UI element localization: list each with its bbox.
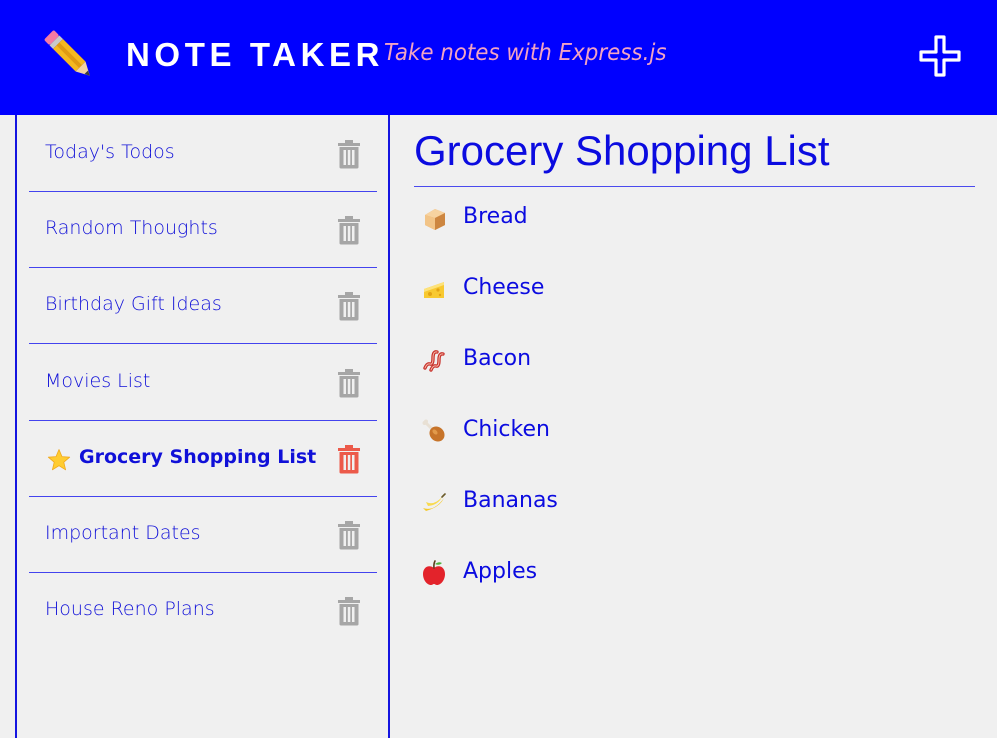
grocery-item-apples: Apples [420, 555, 820, 591]
note-list-item-random-thoughts[interactable]: Random Thoughts [29, 191, 377, 268]
grocery-item-label: Bread [463, 204, 528, 229]
bacon-icon [423, 350, 445, 372]
trash-icon[interactable] [337, 139, 361, 169]
apple-icon [423, 560, 445, 585]
banana-icon [423, 493, 446, 511]
chicken-leg-icon [422, 419, 445, 442]
note-view: Grocery Shopping List Bread Cheese Bacon… [390, 115, 997, 738]
app-tagline: Take notes with Express.js [384, 40, 667, 66]
pencil-icon [44, 30, 90, 76]
note-list-item-house-reno-plans[interactable]: House Reno Plans [29, 572, 377, 649]
grocery-item-cheese: Cheese [420, 271, 820, 307]
trash-icon[interactable] [337, 444, 361, 474]
app-header: NOTE TAKER Take notes with Express.js [0, 0, 997, 115]
note-list-item-birthday-gift-ideas[interactable]: Birthday Gift Ideas [29, 267, 377, 344]
trash-icon[interactable] [337, 291, 361, 321]
note-list-item-label: Today's Todos [45, 141, 175, 163]
note-list-item-todays-todos[interactable]: Today's Todos [29, 115, 377, 192]
bread-icon [425, 209, 445, 230]
title-divider [414, 186, 975, 187]
grocery-item-label: Bacon [463, 346, 532, 371]
add-note-button[interactable] [918, 34, 962, 78]
note-list-item-grocery-shopping-list[interactable]: Grocery Shopping List [29, 420, 377, 497]
grocery-item-chicken: Chicken [420, 413, 820, 449]
grocery-item-label: Chicken [463, 417, 550, 442]
note-list-item-label: Important Dates [45, 522, 201, 544]
cheese-icon [424, 282, 444, 298]
note-list-item-label: House Reno Plans [45, 598, 215, 620]
grocery-item-label: Cheese [463, 275, 545, 300]
note-list-item-label: Random Thoughts [45, 217, 218, 239]
trash-icon[interactable] [337, 215, 361, 245]
note-list-item-important-dates[interactable]: Important Dates [29, 496, 377, 573]
trash-icon[interactable] [337, 368, 361, 398]
note-list-item-label: Birthday Gift Ideas [45, 293, 222, 315]
note-list-item-label: Grocery Shopping List [79, 446, 317, 468]
notes-sidebar: Today's Todos Random Thoughts Birthday G… [15, 115, 390, 738]
grocery-item-label: Apples [463, 559, 538, 584]
note-list-item-label: Movies List [45, 370, 151, 392]
grocery-item-label: Bananas [463, 488, 558, 513]
grocery-item-bread: Bread [420, 200, 820, 236]
trash-icon[interactable] [337, 520, 361, 550]
grocery-item-bacon: Bacon [420, 342, 820, 378]
app-title: NOTE TAKER [126, 36, 385, 73]
star-icon [47, 449, 71, 471]
plus-icon [919, 35, 961, 77]
trash-icon[interactable] [337, 596, 361, 626]
note-title: Grocery Shopping List [414, 127, 830, 174]
note-list-item-movies-list[interactable]: Movies List [29, 344, 377, 421]
grocery-item-bananas: Bananas [420, 484, 820, 520]
